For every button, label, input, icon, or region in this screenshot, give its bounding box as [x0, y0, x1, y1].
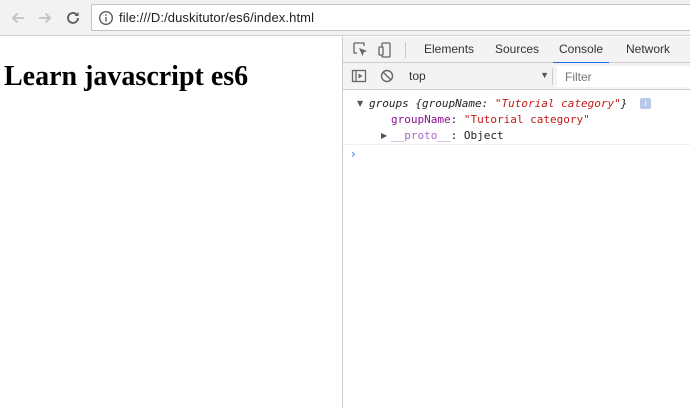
back-arrow-icon [11, 12, 24, 24]
console-message-divider [343, 144, 690, 145]
forward-button[interactable] [34, 7, 56, 29]
reload-button[interactable] [62, 7, 84, 29]
object-preview-close: } [620, 97, 628, 110]
tab-elements[interactable]: Elements [424, 37, 474, 63]
object-property-row: groupName: "Tutorial category" [391, 113, 590, 126]
device-toolbar-icon[interactable] [377, 41, 395, 59]
expand-triangle-open-icon[interactable]: ▼ [357, 99, 363, 108]
tab-network[interactable]: Network [626, 37, 670, 63]
object-name: groups [369, 97, 409, 110]
inspect-element-icon[interactable] [352, 41, 370, 59]
address-bar[interactable]: file:///D:/duskitutor/es6/index.html [91, 4, 690, 31]
property-separator: : [450, 113, 464, 126]
back-button[interactable] [7, 7, 29, 29]
console-toolbar: top ▼ [343, 63, 690, 90]
devtools-tab-bar: Elements Sources Console Network [343, 37, 690, 64]
expand-triangle-closed-icon[interactable]: ▶ [381, 131, 387, 140]
tab-sources[interactable]: Sources [495, 37, 539, 63]
property-key: groupName [391, 113, 451, 126]
reload-icon [67, 12, 79, 24]
page-heading: Learn javascript es6 [4, 61, 249, 92]
console-filter-input[interactable] [557, 66, 690, 87]
object-preview-value: "Tutorial category" [494, 97, 621, 110]
info-badge-icon[interactable]: i [639, 98, 651, 109]
tab-console[interactable]: Console [552, 37, 610, 64]
proto-value: Object [463, 129, 504, 142]
show-sidebar-icon[interactable] [350, 67, 368, 85]
filter-divider [552, 68, 553, 85]
devtools-panel: Elements Sources Console Network top ▼ ▼… [342, 37, 690, 408]
console-prompt-icon[interactable]: › [351, 147, 356, 161]
browser-toolbar: file:///D:/duskitutor/es6/index.html [0, 0, 690, 36]
clear-console-icon[interactable] [378, 67, 396, 85]
property-value: "Tutorial category" [463, 113, 590, 126]
info-icon[interactable] [98, 10, 114, 26]
object-proto-row[interactable]: ▶ __proto__: Object [381, 129, 504, 142]
forward-arrow-icon [39, 12, 52, 24]
console-log-object[interactable]: ▼ groups {groupName: "Tutorial category"… [357, 97, 651, 110]
object-preview-open: {groupName: [415, 97, 495, 110]
toolbar-divider [405, 42, 406, 58]
context-value: top [409, 69, 426, 83]
page-viewport: Learn javascript es6 [0, 37, 342, 408]
proto-key: __proto__ [391, 129, 451, 142]
dropdown-arrow-icon: ▼ [540, 70, 549, 80]
url-text: file:///D:/duskitutor/es6/index.html [119, 10, 315, 25]
context-selector[interactable]: top ▼ [409, 69, 549, 85]
